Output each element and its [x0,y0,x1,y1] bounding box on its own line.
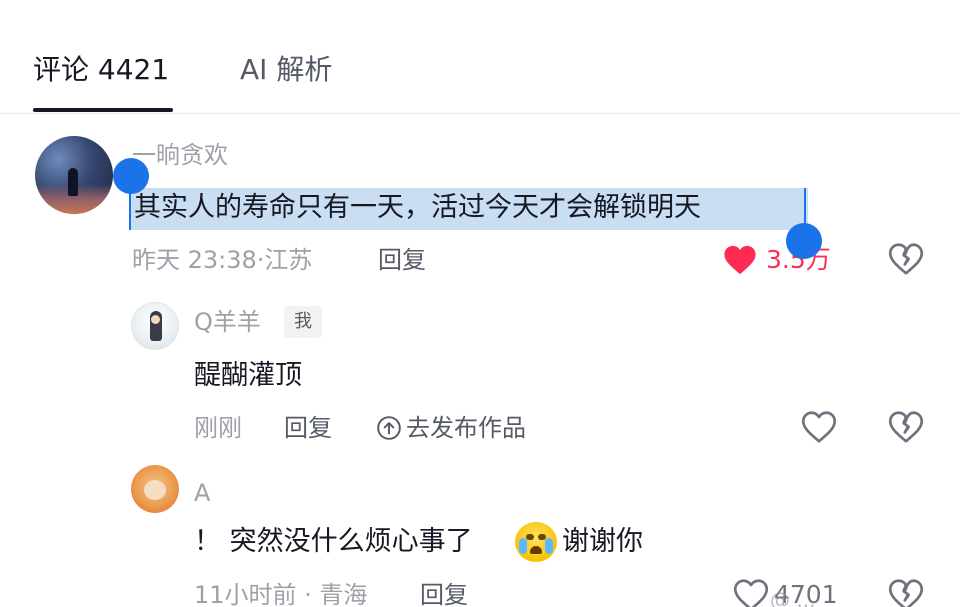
dislike-broken-heart-icon[interactable] [888,410,924,448]
reply-username[interactable]: A [194,478,210,508]
reply-timestamp-location: 11小时前 · 青海 [194,581,368,607]
comment-timestamp-location: 昨天 23:38·江苏 [132,246,313,274]
comment-username[interactable]: 一晌贪欢 [132,140,228,170]
heart-outline-icon[interactable] [801,410,837,448]
comment-text[interactable]: 其实人的寿命只有一天，活过今天才会解锁明天 [134,190,701,226]
avatar-face [144,480,166,500]
crying-face-emoji-icon [515,522,557,562]
reply-text[interactable]: 醍醐灌顶 [194,358,302,394]
avatar-figure [68,168,78,196]
avatar-face [151,315,160,324]
avatar[interactable] [131,465,179,513]
selection-end-handle[interactable] [786,223,822,259]
reply-text-part1[interactable]: ！ 突然没什么烦心事了 [194,524,473,560]
reply-button[interactable]: 回复 [284,413,332,443]
heart-filled-icon[interactable] [723,244,757,280]
avatar[interactable] [131,302,179,350]
reply-button[interactable]: 回复 [420,580,468,607]
tab-bar: 评论 4421 AI 解析 [0,0,960,114]
me-badge: 我 [284,306,322,338]
emoji-mouth [530,546,542,554]
dislike-broken-heart-icon[interactable] [888,242,924,280]
emoji-tear [519,538,527,554]
reply-text-part2[interactable]: 谢谢你 [562,524,643,560]
reply-timestamp: 刚刚 [194,414,242,442]
reply-username[interactable]: Q羊羊 [194,307,261,337]
tab-comments[interactable]: 评论 4421 [33,52,169,88]
upload-circle-icon[interactable] [376,415,402,445]
reply-button[interactable]: 回复 [378,245,426,275]
avatar[interactable] [35,136,113,214]
watermark: @ ... [770,588,816,607]
selection-start-handle[interactable] [113,158,149,194]
publish-work-link[interactable]: 去发布作品 [406,413,526,443]
comment-panel: 评论 4421 AI 解析 一晌贪欢 其实人的寿命只有一天，活过今天才会解锁明天… [0,0,960,607]
emoji-eye [526,534,534,540]
active-tab-indicator [33,108,173,112]
dislike-broken-heart-icon[interactable] [888,578,924,607]
emoji-tear [545,538,553,554]
heart-outline-icon[interactable] [733,578,769,607]
tab-ai-analysis[interactable]: AI 解析 [240,52,332,88]
